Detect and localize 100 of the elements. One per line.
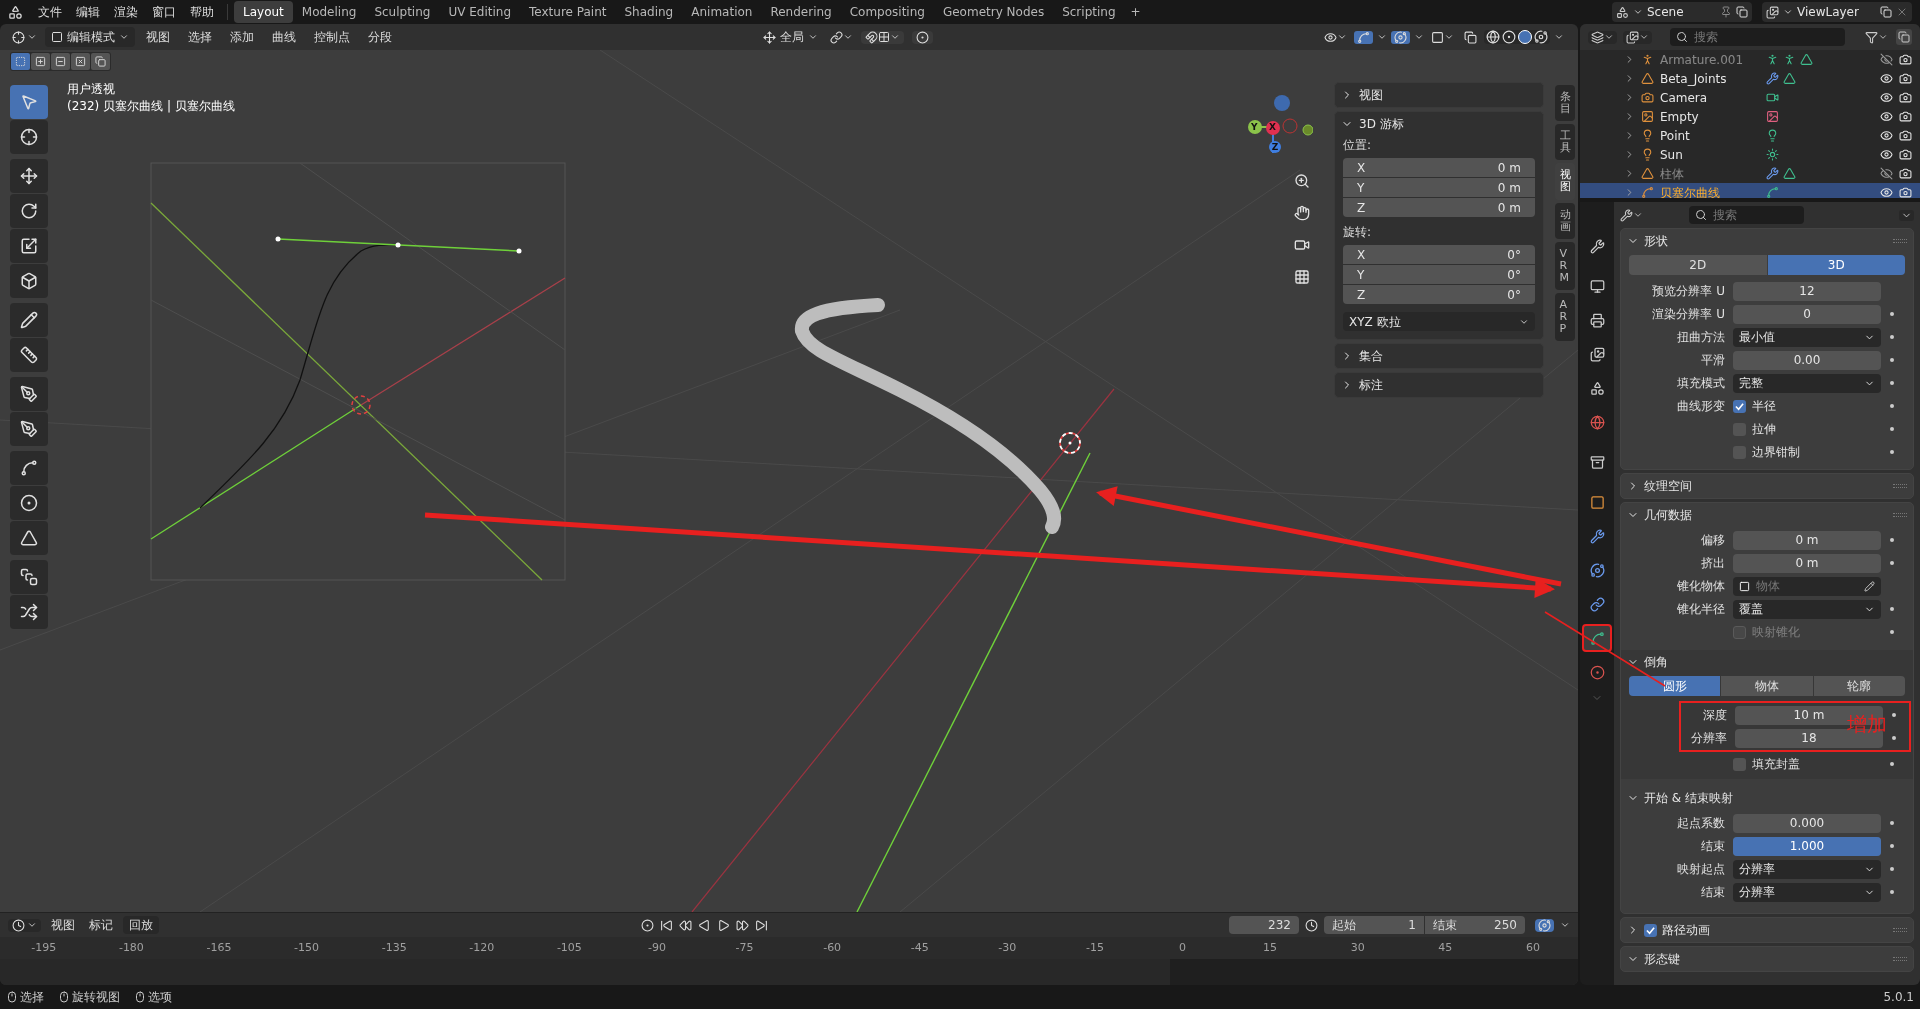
outliner-row[interactable]: 贝塞尔曲线 <box>1580 183 1920 198</box>
current-frame-field[interactable]: 232 <box>1229 916 1299 934</box>
dropdown[interactable]: 分辨率 <box>1733 859 1881 879</box>
frame-number: 60 <box>1525 939 1540 956</box>
number-field[interactable]: Y 0 m <box>1343 178 1535 197</box>
frame-number: 30 <box>1350 939 1365 956</box>
number-field[interactable]: X 0° <box>1343 245 1535 264</box>
subpanel-header[interactable]: 开始 & 结束映射 <box>1621 786 1913 810</box>
sidebar-tab[interactable]: VRM <box>1555 241 1575 291</box>
panel-header[interactable]: 3D 游标 <box>1335 112 1543 136</box>
outliner-row[interactable]: Sun <box>1580 145 1920 164</box>
number-field[interactable]: 0.00 <box>1733 350 1881 370</box>
workspace-tab[interactable]: Animation <box>682 1 762 23</box>
menu-item[interactable]: 帮助 <box>183 3 221 21</box>
subpanel-header[interactable]: 倒角 <box>1621 650 1913 674</box>
outliner-row[interactable]: Camera <box>1580 88 1920 107</box>
menu-item[interactable]: 视图 <box>139 28 177 46</box>
end-frame-field[interactable]: 结束 250 <box>1425 916 1525 934</box>
orientation-dropdown[interactable]: 全局 <box>759 27 822 47</box>
checkbox-row[interactable]: 填充封盖 <box>1733 755 1881 773</box>
slider-field[interactable]: 1.000 <box>1733 836 1881 856</box>
sidebar-tab[interactable]: 工具 <box>1555 124 1575 161</box>
workspace-tab[interactable]: Modeling <box>292 1 366 23</box>
toggle-option[interactable]: 3D <box>1767 255 1905 275</box>
dropdown[interactable]: 分辨率 <box>1733 882 1881 902</box>
workspace-tab[interactable]: Rendering <box>761 1 841 23</box>
panel-header[interactable]: 形态键 <box>1621 947 1913 971</box>
panel-header[interactable]: 路径动画 <box>1621 918 1913 942</box>
workspace-tab[interactable]: Compositing <box>840 1 934 23</box>
workspace-tab[interactable]: Sculpting <box>365 1 440 23</box>
number-field[interactable]: 0 m <box>1733 530 1881 550</box>
field-label: 映射起点 <box>1677 862 1725 876</box>
outliner-row[interactable]: Armature.001 <box>1580 50 1920 69</box>
menu-item[interactable]: 分段 <box>361 28 399 46</box>
rotation-mode-dropdown[interactable]: XYZ 欧拉 <box>1343 312 1535 331</box>
search-field[interactable]: 搜索 <box>1689 206 1804 224</box>
workspace-tab[interactable]: Scripting <box>1053 1 1125 23</box>
menu-item[interactable]: 控制点 <box>307 28 357 46</box>
menu-item[interactable]: 选择 <box>181 28 219 46</box>
outliner-row[interactable]: Point <box>1580 126 1920 145</box>
menu-item[interactable]: 曲线 <box>265 28 303 46</box>
dropdown[interactable]: 覆盖 <box>1733 599 1881 619</box>
panel-header[interactable]: 形状 <box>1621 229 1913 253</box>
number-field[interactable]: Z 0 m <box>1343 198 1535 217</box>
toggle-option[interactable]: 轮廓 <box>1813 676 1905 696</box>
menu-item[interactable]: 标记 <box>85 916 117 934</box>
outliner-row[interactable]: 柱体 <box>1580 164 1920 183</box>
workspace-tab[interactable]: UV Editing <box>439 1 521 23</box>
toggle-option[interactable]: 物体 <box>1721 676 1813 696</box>
mode-dropdown[interactable]: 编辑模式 <box>45 27 135 47</box>
frame-number: -150 <box>294 939 320 956</box>
outliner-row[interactable]: Empty <box>1580 107 1920 126</box>
dropdown[interactable]: 最小值 <box>1733 327 1881 347</box>
panel-header[interactable]: 集合 <box>1335 344 1543 368</box>
panel-header[interactable]: 视图 <box>1335 83 1543 107</box>
number-field[interactable]: Z 0° <box>1343 285 1535 304</box>
sidebar-tab[interactable]: 动画 <box>1555 202 1575 239</box>
toggle-option[interactable]: 圆形 <box>1629 676 1721 696</box>
menu-item[interactable]: 添加 <box>223 28 261 46</box>
sidebar-tab[interactable]: 条目 <box>1555 85 1575 122</box>
search-field[interactable]: 搜索 <box>1670 28 1845 46</box>
field-label: 偏移 <box>1701 533 1725 547</box>
workspace-tab[interactable]: Texture Paint <box>520 1 616 23</box>
dropdown[interactable]: 完整 <box>1733 373 1881 393</box>
panel-header[interactable]: 标注 <box>1335 373 1543 397</box>
field-label: 挤出 <box>1701 556 1725 570</box>
checkbox-row[interactable]: 拉伸 <box>1733 420 1881 438</box>
add-workspace-button[interactable]: + <box>1124 3 1147 21</box>
scene-selector[interactable]: Scene <box>1612 2 1752 22</box>
number-field[interactable]: 0 m <box>1733 553 1881 573</box>
sidebar-tab[interactable]: ARP <box>1555 293 1575 342</box>
checkbox-row[interactable]: 边界钳制 <box>1733 443 1881 461</box>
menu-item[interactable]: 编辑 <box>69 3 107 21</box>
frame-number: -135 <box>381 939 407 956</box>
axis-label: Y <box>1251 121 1258 134</box>
checkbox-row[interactable]: 半径 <box>1733 397 1881 415</box>
toggle-option[interactable]: 2D <box>1629 255 1767 275</box>
menu-item[interactable]: 文件 <box>31 3 69 21</box>
panel-header[interactable]: 纹理空间 <box>1621 474 1913 498</box>
menu-item[interactable]: 视图 <box>47 916 79 934</box>
menu-item[interactable]: 窗口 <box>145 3 183 21</box>
field-label: 平滑 <box>1701 353 1725 367</box>
workspace-tab[interactable]: Geometry Nodes <box>933 1 1054 23</box>
panel-header[interactable]: 几何数据 <box>1621 503 1913 527</box>
workspace-tab[interactable]: Layout <box>234 1 293 23</box>
number-field[interactable]: 0.000 <box>1733 813 1881 833</box>
object-info: (232) 贝塞尔曲线 | 贝塞尔曲线 <box>67 98 235 115</box>
frame-number: 45 <box>1438 939 1453 956</box>
view-layer-selector[interactable]: ViewLayer <box>1762 2 1912 22</box>
number-field[interactable]: X 0 m <box>1343 158 1535 177</box>
field-label: 结束 <box>1701 839 1725 853</box>
number-field[interactable]: Y 0° <box>1343 265 1535 284</box>
menu-item[interactable]: 渲染 <box>107 3 145 21</box>
field-label: 曲线形变 <box>1677 399 1725 413</box>
number-field[interactable]: 0 <box>1733 304 1881 324</box>
outliner-row[interactable]: Beta_Joints <box>1580 69 1920 88</box>
workspace-tab[interactable]: Shading <box>615 1 683 23</box>
number-field[interactable]: 12 <box>1733 281 1881 301</box>
start-frame-field[interactable]: 起始 1 <box>1324 916 1424 934</box>
playback-dropdown[interactable]: 回放 <box>123 916 159 934</box>
